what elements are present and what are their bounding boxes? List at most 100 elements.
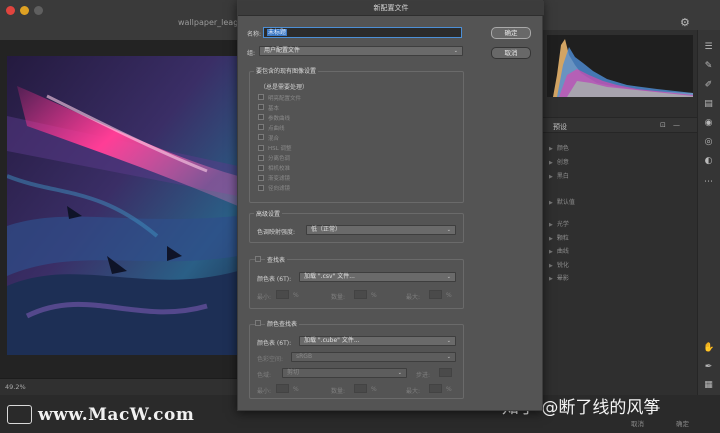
color-space-select[interactable]: sRGB ⌄ xyxy=(291,352,456,362)
include-option-checkbox[interactable] xyxy=(258,144,264,151)
sliders-icon[interactable]: ☰ xyxy=(703,42,714,53)
gamut-select[interactable]: 剪切 ⌄ xyxy=(282,368,407,378)
include-option-label: HSL 调整 xyxy=(268,146,292,152)
preset-group-label: 颗粒 xyxy=(556,235,569,242)
chevron-down-icon: ⌄ xyxy=(446,338,451,344)
zoom-window-button[interactable] xyxy=(34,6,43,15)
preset-group[interactable]: ▶ 锐化 xyxy=(549,260,569,269)
include-option-checkbox[interactable] xyxy=(258,94,264,100)
include-option-checkbox[interactable] xyxy=(258,164,264,171)
include-option-checkbox[interactable] xyxy=(258,104,264,111)
brush-icon[interactable]: ✎ xyxy=(703,61,714,72)
minimize-window-button[interactable] xyxy=(20,6,29,15)
always-processed-note: （总是需要处理） xyxy=(260,84,309,91)
preset-group-label: 晕影 xyxy=(556,275,569,282)
color-space-label: 色彩空间: xyxy=(257,356,284,363)
cube-max-input[interactable] xyxy=(429,384,442,393)
name-input[interactable]: 未标题 xyxy=(263,27,462,38)
lookup-table-group xyxy=(249,259,464,309)
pen-icon[interactable]: ✐ xyxy=(703,80,714,91)
more-icon[interactable]: ⋯ xyxy=(703,177,714,188)
include-option-checkbox[interactable] xyxy=(258,174,264,181)
ok-button[interactable]: 确定 xyxy=(491,27,531,39)
include-option-checkbox[interactable] xyxy=(258,114,264,121)
chevron-down-icon: ⌄ xyxy=(453,48,458,54)
preset-group[interactable]: ▶ 曲线 xyxy=(549,246,569,255)
lookup-color-table-label: 颜色表 (6T): xyxy=(257,276,292,283)
grid-icon[interactable]: ▦ xyxy=(703,380,714,391)
include-option-label: 明亮配置文件 xyxy=(268,95,302,102)
new-profile-dialog: 新配置文件 名称: 未标题 组: 用户配置文件 ⌄ 确定 取消 要包含的现有图像… xyxy=(237,0,544,411)
lookup-table-checkbox[interactable] xyxy=(255,256,261,262)
gradient-icon[interactable]: ▤ xyxy=(703,99,714,110)
include-option-label: 基本 xyxy=(268,105,280,112)
mask-icon[interactable]: ◐ xyxy=(703,156,714,167)
minus-icon[interactable]: — xyxy=(673,121,680,129)
preset-group[interactable]: ▶ 颜色 xyxy=(549,143,569,152)
preset-group[interactable]: ▶ 晕影 xyxy=(549,273,569,282)
preset-group-label: 曲线 xyxy=(556,248,569,255)
preset-group[interactable]: ▶ 颗粒 xyxy=(549,233,569,242)
eye-icon[interactable]: ◎ xyxy=(703,137,714,148)
hand-icon[interactable]: ✋ xyxy=(703,343,714,354)
lookup-max-pct: % xyxy=(446,292,452,299)
lookup-amount-label: 数量: xyxy=(331,294,346,301)
include-option-checkbox[interactable] xyxy=(258,124,264,131)
cube-min-input[interactable] xyxy=(276,384,289,393)
cube-color-table-select[interactable]: 加载 ".cube" 文件... ⌄ xyxy=(299,336,456,346)
expand-triangle-icon: ▶ xyxy=(549,200,553,206)
include-option-checkbox[interactable] xyxy=(258,154,264,161)
include-option-label: 分离色调 xyxy=(268,156,291,163)
tone-mapping-select[interactable]: 低（正常） ⌄ xyxy=(306,225,456,235)
expand-triangle-icon: ▶ xyxy=(549,276,553,282)
lookup-color-table-value: 加载 ".csv" 文件... xyxy=(304,273,355,280)
preset-group[interactable]: ▶ 默认值 xyxy=(549,197,575,206)
new-preset-icon[interactable]: ⊡ xyxy=(660,121,666,129)
expand-triangle-icon: ▶ xyxy=(549,249,553,255)
preset-group[interactable]: ▶ 创意 xyxy=(549,157,569,166)
chevron-down-icon: ⌄ xyxy=(397,370,402,376)
cube-amount-input[interactable] xyxy=(354,384,367,393)
cancel-button[interactable]: 取消 xyxy=(491,47,531,59)
advanced-title: 高级设置 xyxy=(254,209,283,218)
include-option-checkbox[interactable] xyxy=(258,184,264,191)
watermark: www.MacW.com xyxy=(38,405,195,425)
include-option-label: 渐变滤镜 xyxy=(268,176,291,183)
cube-color-table-label: 颜色表 (6T): xyxy=(257,340,292,347)
lookup-amount-input[interactable] xyxy=(354,290,367,299)
preset-group[interactable]: ▶ 光学 xyxy=(549,219,569,228)
cube-max-pct: % xyxy=(446,386,452,393)
lookup-min-input[interactable] xyxy=(276,290,289,299)
preset-group-label: 黑白 xyxy=(556,173,569,180)
histogram xyxy=(547,35,693,97)
chevron-down-icon: ⌄ xyxy=(446,354,451,360)
close-window-button[interactable] xyxy=(6,6,15,15)
gamut-label: 色域: xyxy=(257,372,272,379)
zoom-level[interactable]: 49.2% xyxy=(5,383,26,391)
lookup-table-title: 查找表 xyxy=(265,255,288,264)
name-value: 未标题 xyxy=(267,29,288,36)
color-lookup-checkbox[interactable] xyxy=(255,320,261,326)
gear-icon[interactable]: ⚙ xyxy=(680,16,690,29)
cube-color-table-value: 加载 ".cube" 文件... xyxy=(304,337,360,344)
eyedropper-icon[interactable]: ✒ xyxy=(703,362,714,373)
step-label: 步进: xyxy=(416,372,431,379)
group-select[interactable]: 用户配置文件 ⌄ xyxy=(259,46,463,56)
dialog-title: 新配置文件 xyxy=(238,1,544,16)
artwork-image xyxy=(7,56,238,355)
radial-filter-icon[interactable]: ◉ xyxy=(703,118,714,129)
footer-cancel-button[interactable]: 取消 xyxy=(631,418,644,428)
include-option-checkbox[interactable] xyxy=(258,134,264,141)
watermark-logo-icon xyxy=(7,405,32,424)
step-input[interactable] xyxy=(439,368,452,377)
lookup-color-table-select[interactable]: 加载 ".csv" 文件... ⌄ xyxy=(299,272,456,282)
preset-group[interactable]: ▶ 黑白 xyxy=(549,171,569,180)
footer-ok-button[interactable]: 确定 xyxy=(676,418,689,428)
color-space-value: sRGB xyxy=(296,353,313,360)
presets-panel-header: 预设 ⊡ — xyxy=(543,117,697,133)
cube-amount-pct: % xyxy=(371,386,377,393)
lookup-max-input[interactable] xyxy=(429,290,442,299)
preset-group-label: 光学 xyxy=(556,221,569,228)
include-option-label: 混合 xyxy=(268,135,280,142)
expand-triangle-icon: ▶ xyxy=(549,263,553,269)
